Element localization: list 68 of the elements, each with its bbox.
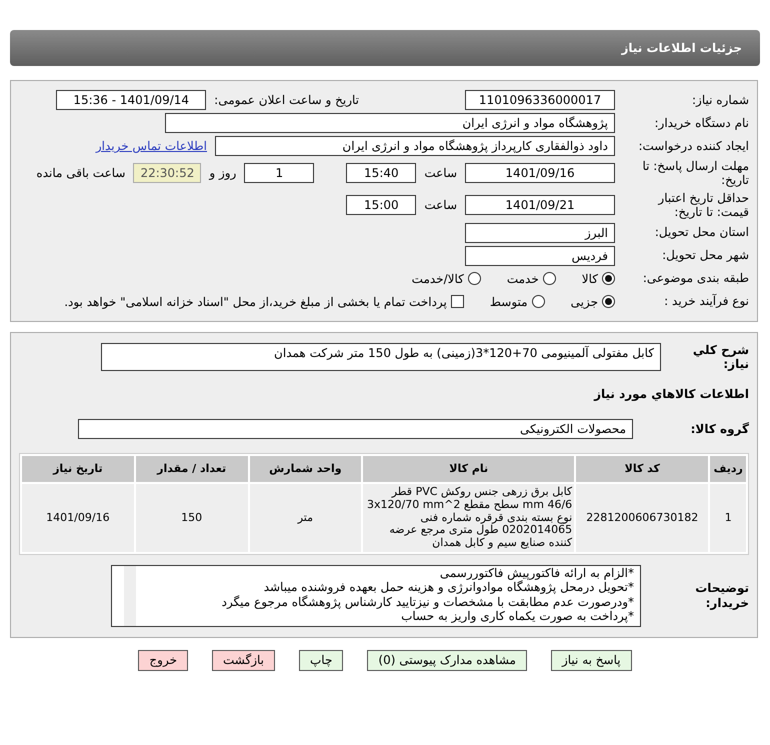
requester-field: داود ذوالفقاری کارپرداز پژوهشگاه مواد و انرژی ایران (215, 136, 615, 156)
radio-button[interactable] (468, 272, 481, 286)
action-button[interactable]: بازگشت (212, 650, 275, 671)
action-button[interactable]: چاپ (299, 650, 344, 671)
field-label: مهلت ارسال پاسخ: تا تاریخ: (641, 159, 749, 188)
action-button[interactable]: پاسخ به نیاز (550, 650, 632, 671)
days-field: 1 (244, 163, 314, 184)
note-line: *تحویل درمحل پژوهشگاه موادوانرژی و هزینه حمل بعهده فروشنده میباشد (262, 580, 634, 595)
radio-label: جزیی (570, 294, 598, 311)
radio-button[interactable] (542, 272, 556, 286)
table-cell: 150 (136, 484, 248, 552)
goods-group-field: محصولات الکترونیکی (78, 419, 633, 440)
scrollbar (124, 566, 136, 626)
radio-label: متوسط (490, 294, 528, 311)
table-cell: متر (250, 484, 362, 552)
description-field: کابل مفتولی آلمینیومی 70+120*3(زمینی) به طول 150 متر شرکت همدان (101, 342, 661, 371)
need-number-field: 1101096336000017 (465, 90, 615, 110)
contact-link[interactable]: اطلاعات تماس خریدار (96, 137, 207, 155)
checkbox[interactable] (450, 295, 464, 308)
column-header: کد کالا (576, 456, 708, 482)
note-line: *الزام به ارائه فاکتورپیش فاکتوررسمی (438, 566, 634, 580)
field-label: ایجاد کننده درخواست: (637, 138, 749, 154)
column-header: تعداد / مقدار (136, 456, 248, 482)
province-field: البرز (465, 222, 615, 243)
table-cell: کابل برق زرهی جنس روکش PVC قطر 46/6 mm سطح مقطع 3x120/70 mm^2 نوع بسته بندی قرقره شماره فنی 0202014065 طول متری مرجع عرضه کننده صنایع سیم و کابل همدان (363, 484, 574, 552)
buyer-org-field: پژوهشگاه مواد و انرژی ایران (165, 113, 615, 133)
table-cell: 1 (710, 484, 746, 552)
remaining-time-field: 22:30:52 (133, 163, 202, 184)
field-label: تاریخ و ساعت اعلان عمومی: (214, 92, 359, 109)
city-field: فردیس (465, 246, 615, 266)
field-label: روز و (209, 165, 236, 182)
deadline-date-field: 1401/09/16 (465, 163, 615, 184)
validity-time-field: 15:00 (346, 195, 416, 216)
field-label: ساعت باقی مانده (36, 165, 126, 182)
field-label: گروه کالا: (690, 422, 749, 437)
radio-button[interactable] (532, 295, 545, 308)
action-button[interactable]: خروج (138, 650, 188, 671)
field-label: نوع فرآیند خرید : (663, 294, 749, 309)
field-label: طبقه بندی موضوعی: (642, 271, 749, 286)
radio-label: کالا (582, 270, 598, 288)
field-label: نام دستگاه خریدار: (654, 116, 749, 130)
table-cell: 1401/09/16 (22, 484, 134, 552)
field-label: شرح کلي نياز: (692, 342, 749, 372)
field-label: حداقل تاریخ اعتبار قیمت: تا تاریخ: (656, 190, 749, 220)
checkbox-label: پرداخت تمام یا بخشی از مبلغ خرید،از محل "اسناد خزانه اسلامی" خواهد بود. (64, 294, 447, 311)
note-line: *ودرصورت عدم مطابقت با مشخصات و نیزتایید کارشناس پژوهشگاه مرجوع میگرد (220, 594, 634, 610)
field-label: توضیحات خریدار: (694, 581, 749, 610)
note-line: *پرداخت به صورت یکماه کاری واریز به حساب (400, 609, 634, 624)
section-title: اطلاعات کالاهاي مورد نياز (592, 386, 749, 404)
deadline-time-field: 15:40 (346, 163, 416, 184)
field-label: شهر محل تحویل: (661, 248, 749, 263)
column-header: تاریخ نیاز (22, 456, 134, 482)
field-label: شماره نیاز: (691, 92, 749, 108)
column-header: ردیف (710, 456, 746, 482)
column-header: واحد شمارش (250, 456, 362, 482)
field-label: ساعت (424, 165, 457, 182)
action-button[interactable]: مشاهده مدارک پیوستی (0) (367, 650, 527, 671)
table-cell: 2281200606730182 (576, 484, 708, 552)
radio-button[interactable] (602, 295, 615, 308)
radio-label: کالا/خدمت (412, 270, 464, 288)
column-header: نام کالا (363, 456, 574, 482)
validity-date-field: 1401/09/21 (465, 195, 615, 216)
field-label: استان محل تحویل: (654, 225, 749, 240)
announce-date-field: 1401/09/14 - 15:36 (56, 90, 206, 110)
radio-label: خدمت (506, 270, 539, 288)
page-header: جزئیات اطلاعات نیاز (10, 30, 760, 66)
radio-button[interactable] (602, 272, 615, 286)
field-label: ساعت (424, 197, 457, 214)
